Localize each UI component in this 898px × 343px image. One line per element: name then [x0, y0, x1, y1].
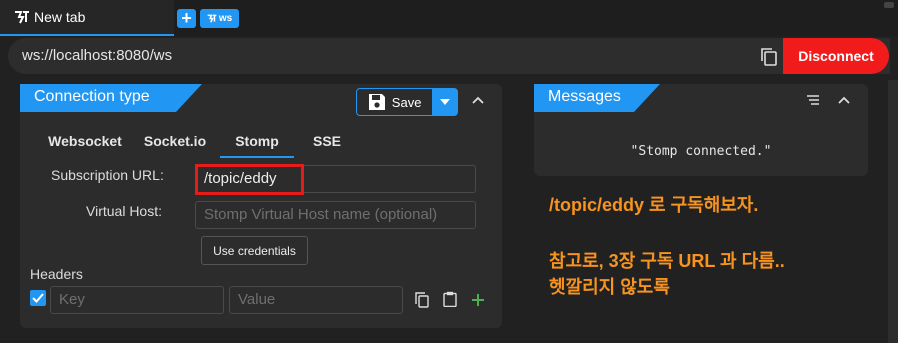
messages-panel: Messages "Stomp connected." [534, 84, 868, 176]
subscription-url-label: Subscription URL: [51, 167, 164, 183]
copy-icon[interactable] [760, 47, 778, 67]
url-input[interactable]: ws://localhost:8080/ws [22, 47, 172, 64]
copy-icon[interactable] [415, 292, 429, 308]
save-label: Save [391, 94, 422, 110]
header-value-input[interactable]: Value [229, 286, 403, 314]
add-header-icon[interactable] [471, 292, 485, 308]
tab-bar: New tab + ws [0, 0, 898, 36]
tab-new-tab[interactable]: New tab [0, 0, 174, 36]
app-logo-icon [15, 11, 29, 24]
virtual-host-input[interactable]: Stomp Virtual Host name (optional) [195, 201, 476, 229]
tab-stomp[interactable]: Stomp [220, 128, 294, 158]
header-enabled-checkbox[interactable] [30, 290, 46, 306]
panel-title: Connection type [34, 88, 150, 105]
tab-title: New tab [34, 9, 86, 25]
url-bar: ws://localhost:8080/ws [8, 38, 890, 74]
checkmark-icon [32, 293, 44, 303]
annotation-line-3: 헷깔리지 않도록 [549, 277, 670, 297]
caret-down-icon [439, 99, 450, 105]
save-button-group: Save [356, 88, 458, 116]
messages-header: Messages [534, 84, 660, 112]
message-item: "Stomp connected." [630, 144, 772, 159]
highlight-box [195, 164, 304, 195]
save-button[interactable]: Save [357, 89, 432, 115]
annotation-line-2: 참고로, 3장 구독 URL 과 다름.. [549, 251, 785, 271]
header-key-input[interactable]: Key [50, 286, 224, 314]
save-options-dropdown[interactable] [432, 89, 457, 115]
chevron-up-icon[interactable] [838, 94, 850, 106]
window-menu-handle[interactable] [884, 2, 894, 8]
filter-lines-icon[interactable] [806, 94, 820, 106]
tab-socketio[interactable]: Socket.io [130, 128, 220, 158]
use-credentials-button[interactable]: Use credentials [201, 236, 308, 265]
disconnect-button[interactable]: Disconnect [783, 38, 889, 74]
tab-sse[interactable]: SSE [294, 128, 360, 158]
clipboard-icon[interactable] [443, 291, 457, 307]
annotation-line-1: /topic/eddy 로 구독해보자. [549, 195, 759, 215]
headers-label: Headers [30, 266, 83, 282]
connection-type-header: Connection type [20, 84, 202, 112]
connection-panel: Connection type Save Websocket Socket.io… [20, 84, 502, 328]
add-tab-button[interactable]: + [177, 9, 196, 28]
protocol-tabs: Websocket Socket.io Stomp SSE [40, 128, 360, 158]
tab-websocket[interactable]: Websocket [40, 128, 130, 158]
app-logo-icon [207, 14, 217, 23]
ws-badge-label: ws [218, 13, 233, 24]
scrollbar[interactable] [888, 80, 898, 343]
messages-title: Messages [548, 88, 621, 105]
floppy-disk-icon [368, 94, 385, 110]
virtual-host-label: Virtual Host: [86, 203, 162, 219]
ws-tab-button[interactable]: ws [200, 9, 239, 28]
chevron-up-icon[interactable] [472, 94, 484, 106]
